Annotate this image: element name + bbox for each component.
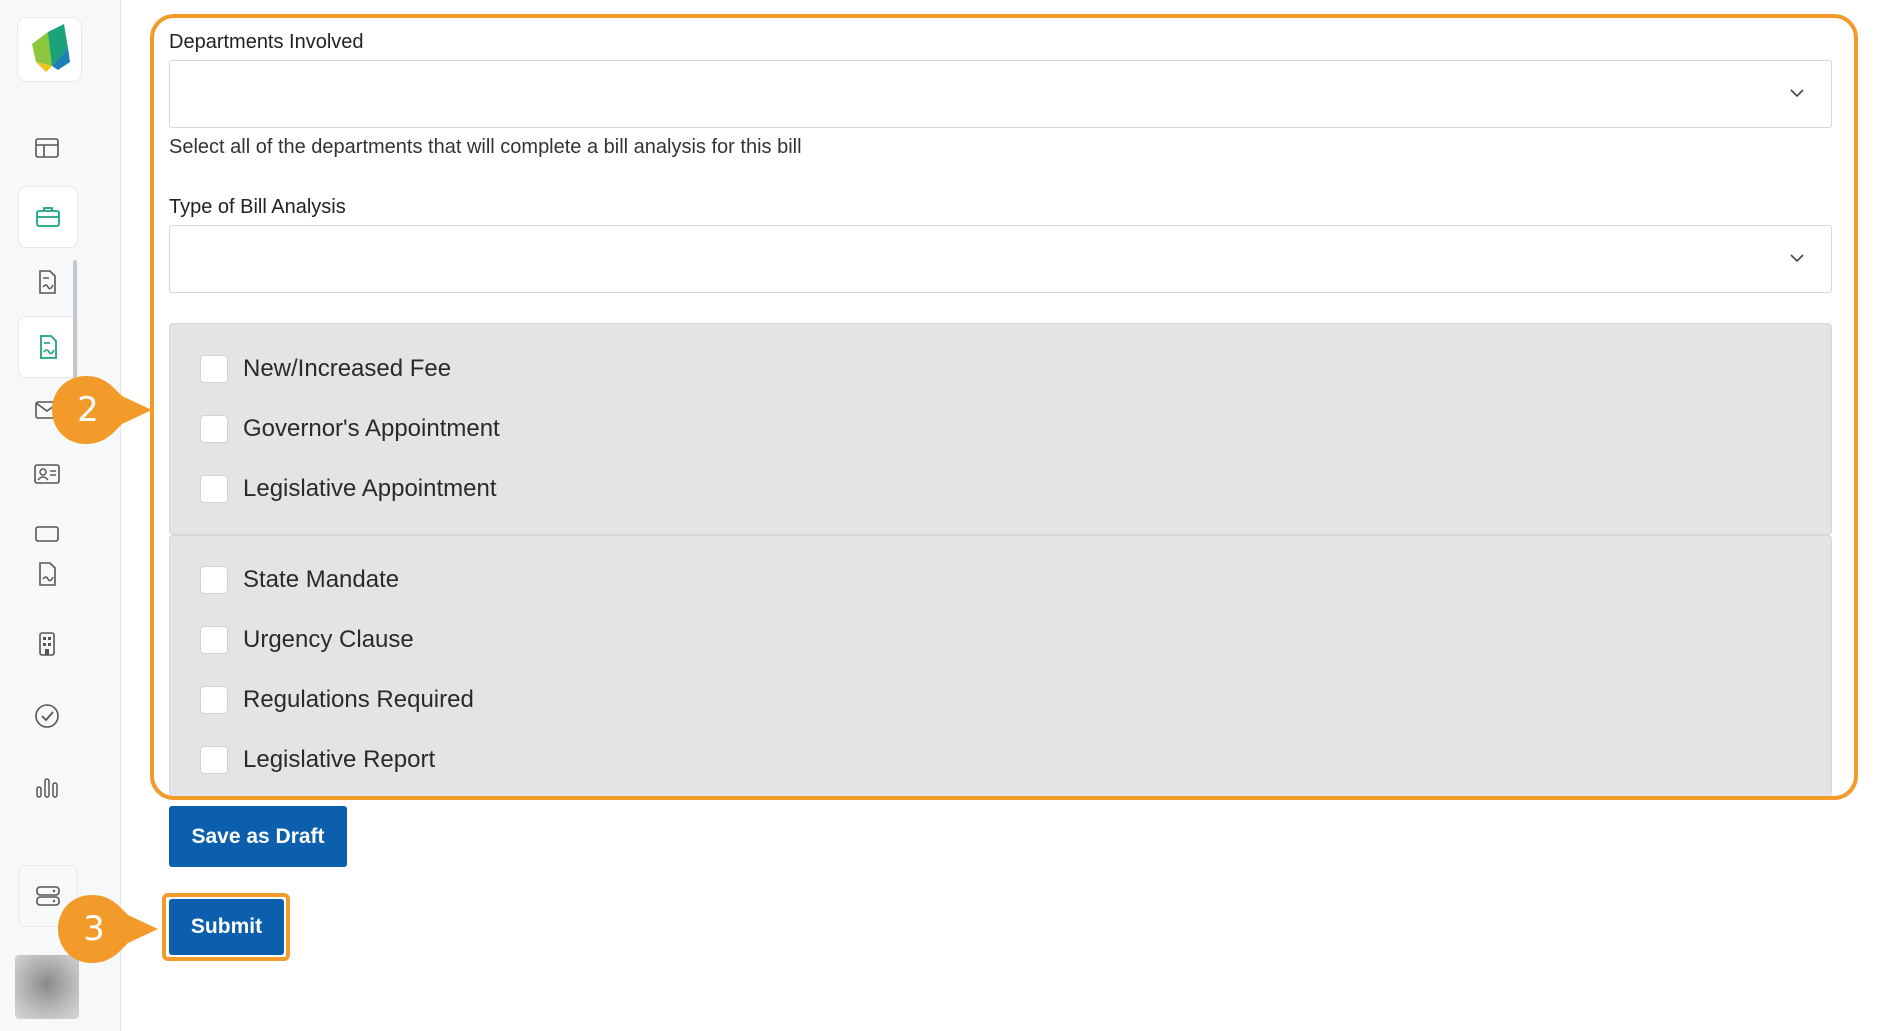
submit-highlight-frame bbox=[162, 893, 290, 961]
document-signature-icon[interactable] bbox=[18, 544, 76, 604]
layout-icon[interactable] bbox=[18, 118, 76, 178]
briefcase-icon[interactable] bbox=[18, 186, 78, 248]
document-icon[interactable] bbox=[18, 252, 76, 312]
check-circle-icon[interactable] bbox=[18, 686, 76, 746]
step-3-callout: 3 bbox=[56, 893, 162, 970]
step-2-callout: 2 bbox=[50, 374, 156, 451]
card-icon[interactable] bbox=[18, 512, 76, 542]
building-icon[interactable] bbox=[18, 614, 76, 674]
left-sidebar bbox=[0, 0, 121, 1031]
step-2-number: 2 bbox=[77, 390, 99, 430]
document-active-icon[interactable] bbox=[18, 316, 78, 378]
logo-icon[interactable] bbox=[17, 17, 82, 82]
highlight-frame bbox=[150, 14, 1858, 800]
contact-card-icon[interactable] bbox=[18, 444, 76, 504]
step-3-number: 3 bbox=[83, 909, 105, 949]
bar-chart-icon[interactable] bbox=[18, 756, 76, 816]
save-draft-button[interactable]: Save as Draft bbox=[169, 806, 347, 867]
